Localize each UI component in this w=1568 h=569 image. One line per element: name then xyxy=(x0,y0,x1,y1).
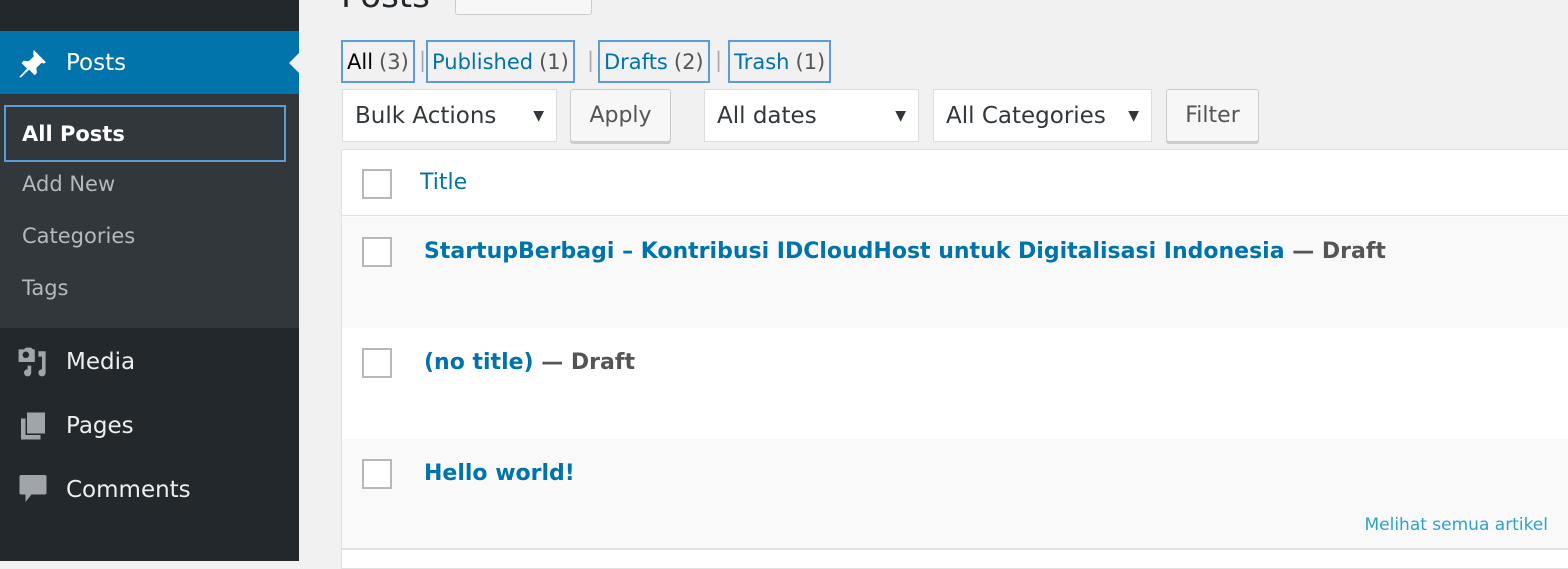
select-all-checkbox[interactable] xyxy=(362,169,392,199)
menu-posts[interactable]: Posts xyxy=(0,31,299,94)
submenu-categories[interactable]: Categories xyxy=(22,224,135,248)
menu-comments-label: Comments xyxy=(66,476,191,503)
filter-published[interactable]: Published (1) xyxy=(426,40,575,83)
posts-submenu: All Posts Add New Categories Tags xyxy=(0,94,299,328)
menu-media[interactable]: Media xyxy=(0,330,299,393)
post-title-link[interactable]: Hello world! xyxy=(424,461,575,486)
admin-sidebar: Posts All Posts Add New Categories Tags … xyxy=(0,0,299,561)
table-row: StartupBerbagi – Kontribusi IDCloudHost … xyxy=(342,217,1568,328)
menu-posts-label: Posts xyxy=(66,49,127,76)
menu-pages[interactable]: Pages xyxy=(0,394,299,457)
separator: | xyxy=(715,48,723,72)
menu-media-label: Media xyxy=(66,348,136,375)
posts-table: Title StartupBerbagi – Kontribusi IDClou… xyxy=(341,149,1568,569)
row-checkbox[interactable] xyxy=(362,348,392,378)
filter-count: (1) xyxy=(795,49,826,74)
filter-count: (1) xyxy=(539,49,569,74)
chevron-down-icon: ▼ xyxy=(533,107,544,124)
filter-label: Drafts xyxy=(604,49,668,74)
submenu-all-posts[interactable]: All Posts xyxy=(4,105,286,162)
filter-label: Published xyxy=(432,49,534,74)
post-title-link[interactable]: StartupBerbagi – Kontribusi IDCloudHost … xyxy=(424,239,1285,264)
table-row: (no title) — Draft xyxy=(342,328,1568,439)
media-icon xyxy=(0,344,66,380)
menu-pages-label: Pages xyxy=(66,412,134,439)
bulk-actions-select[interactable]: Bulk Actions ▼ xyxy=(342,89,557,142)
filter-label: All xyxy=(347,49,374,74)
title-column-header[interactable]: Title xyxy=(420,170,467,195)
pin-icon xyxy=(0,46,66,80)
menu-comments[interactable]: Comments xyxy=(0,458,299,521)
submenu-tags[interactable]: Tags xyxy=(22,276,69,300)
dates-value: All dates xyxy=(717,102,817,129)
apply-button[interactable]: Apply xyxy=(570,89,671,142)
filter-label: Trash xyxy=(734,49,790,74)
dates-select[interactable]: All dates ▼ xyxy=(704,89,919,142)
comments-icon xyxy=(0,473,66,507)
post-title-link[interactable]: (no title) xyxy=(424,350,534,375)
categories-select[interactable]: All Categories ▼ xyxy=(933,89,1152,142)
filter-all[interactable]: All (3) xyxy=(341,40,415,83)
filter-drafts[interactable]: Drafts (2) xyxy=(598,40,710,83)
separator: | xyxy=(587,48,595,72)
row-checkbox[interactable] xyxy=(362,237,392,267)
page-title: Posts xyxy=(341,0,430,16)
post-state: — Draft xyxy=(1284,239,1386,264)
chevron-down-icon: ▼ xyxy=(1128,107,1139,124)
table-header: Title xyxy=(342,150,1568,216)
categories-value: All Categories xyxy=(946,102,1106,129)
view-all-articles-link[interactable]: Melihat semua artikel xyxy=(1364,515,1548,535)
pages-icon xyxy=(0,410,66,442)
filter-trash[interactable]: Trash (1) xyxy=(728,40,832,83)
filter-count: (2) xyxy=(673,49,704,74)
filter-count: (3) xyxy=(379,49,409,74)
filter-button[interactable]: Filter xyxy=(1166,89,1259,142)
submenu-add-new[interactable]: Add New xyxy=(22,172,115,196)
table-row: Hello world! Melihat semua artikel xyxy=(342,439,1568,550)
row-checkbox[interactable] xyxy=(362,459,392,489)
post-state: — Draft xyxy=(533,350,635,375)
bulk-actions-value: Bulk Actions xyxy=(355,102,497,129)
chevron-down-icon: ▼ xyxy=(895,107,906,124)
add-new-button[interactable] xyxy=(455,0,592,15)
